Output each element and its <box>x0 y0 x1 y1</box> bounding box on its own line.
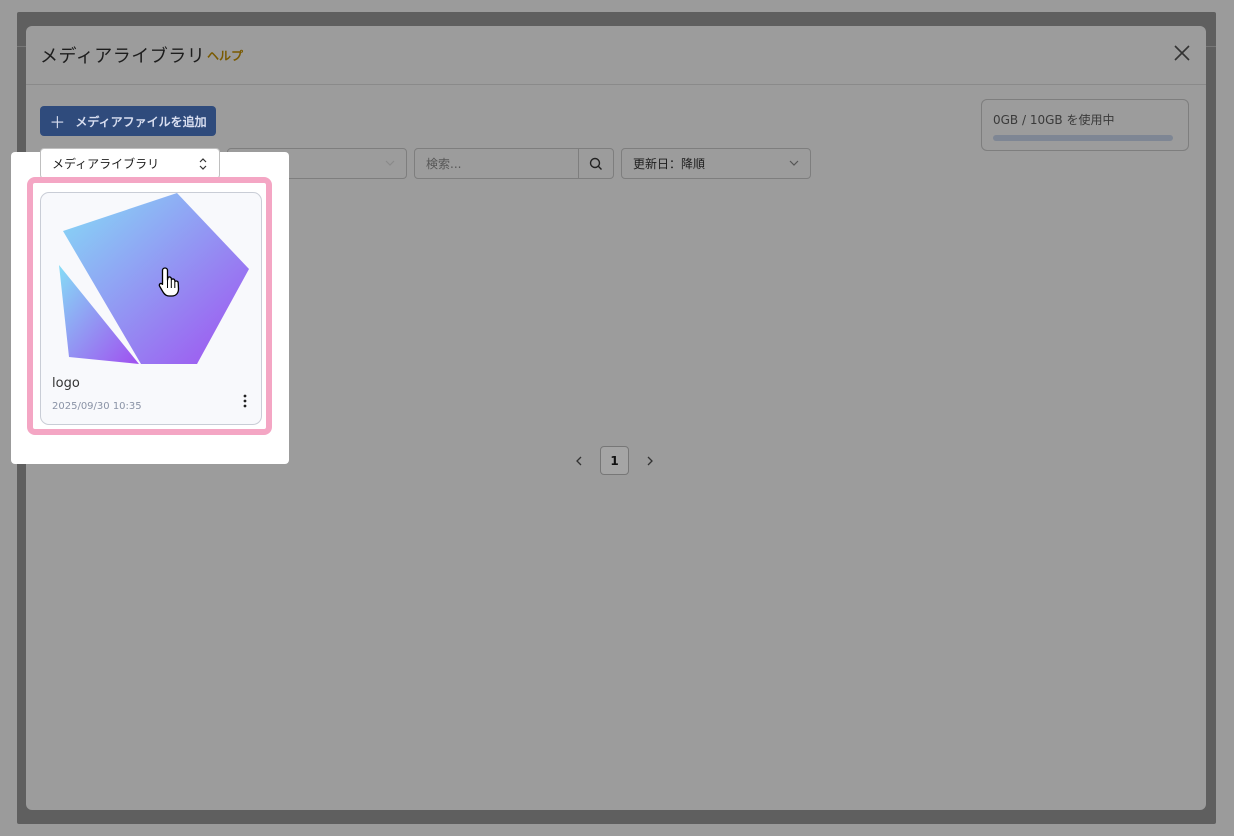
media-date: 2025/09/30 10:35 <box>52 401 142 412</box>
modal-header: メディアライブラリ ヘルプ <box>26 26 1206 85</box>
sort-value: 更新日：降順 <box>633 157 706 171</box>
modal-title: メディアライブラリ <box>40 46 206 67</box>
storage-usage-label: 0GB / 10GB を使用中 <box>993 113 1115 127</box>
storage-progress-bar <box>993 135 1173 141</box>
chevron-down-icon <box>789 160 799 166</box>
pagination: 1 <box>572 446 657 475</box>
search-input[interactable] <box>415 149 578 178</box>
add-media-label: メディアファイルを追加 <box>75 114 207 129</box>
search-button[interactable] <box>578 149 613 178</box>
chevron-right-icon[interactable] <box>643 454 657 468</box>
help-link[interactable]: ヘルプ <box>207 47 243 64</box>
background-divider <box>1206 46 1216 47</box>
sort-select[interactable]: 更新日：降順 <box>621 148 811 179</box>
library-select-value: メディアライブラリ <box>52 157 160 171</box>
background-divider <box>17 46 26 47</box>
search-icon <box>589 157 602 170</box>
media-card[interactable]: logo 2025/09/30 10:35 <box>40 192 262 425</box>
search-box <box>414 148 614 179</box>
storage-usage: 0GB / 10GB を使用中 <box>981 99 1189 151</box>
close-icon[interactable] <box>1172 43 1192 63</box>
hand-pointer-icon <box>158 267 180 297</box>
add-media-button[interactable]: ＋ メディアファイルを追加 <box>40 106 216 136</box>
media-name: logo <box>52 376 80 391</box>
plus-icon: ＋ <box>49 113 66 132</box>
more-vertical-icon[interactable] <box>239 393 251 409</box>
chevron-up-down-icon <box>199 158 207 170</box>
media-thumbnail <box>59 193 249 364</box>
chevron-left-icon[interactable] <box>572 454 586 468</box>
page-button-current[interactable]: 1 <box>600 446 629 475</box>
library-select[interactable]: メディアライブラリ <box>40 148 220 179</box>
chevron-down-icon <box>385 160 395 166</box>
